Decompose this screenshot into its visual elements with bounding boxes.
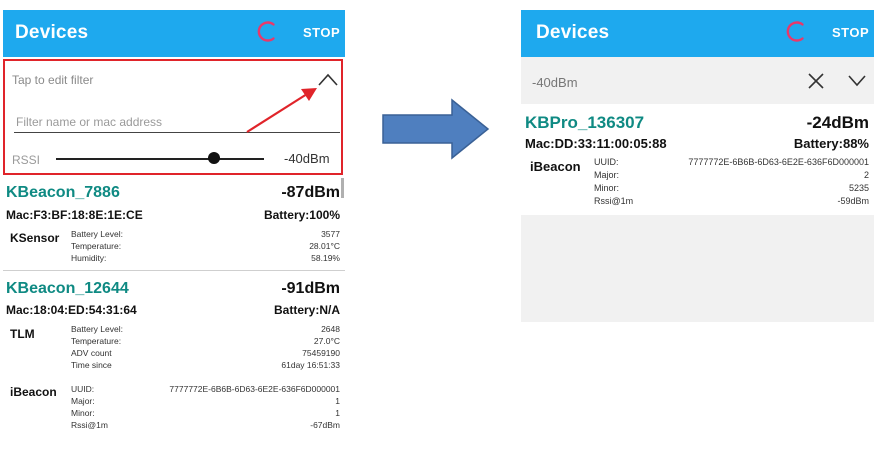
frame-value: 2648 (321, 324, 340, 334)
frame-label: Temperature: (71, 241, 122, 251)
device-mac: Mac:DD:33:11:00:05:88 (525, 136, 667, 151)
frame-label: Battery Level: (71, 229, 123, 239)
left-screen: Devices STOP Tap to edit filter RSSI -40… (3, 10, 345, 440)
loading-spinner-icon (786, 21, 804, 42)
frame-value: 2 (863, 170, 869, 180)
app-bar: Devices STOP (3, 10, 345, 57)
frame-value: 7777772E-6B6B-6D63-6E2E-636F6D000001 (169, 384, 340, 394)
filter-hint[interactable]: Tap to edit filter (12, 73, 93, 87)
frame-label: ADV count (71, 348, 112, 358)
frame-label: Minor: (594, 183, 620, 193)
rssi-label: RSSI (12, 153, 41, 167)
stop-button[interactable]: STOP (303, 25, 340, 40)
frame-type: iBeacon (10, 385, 57, 399)
device-rssi: -91dBm (281, 280, 340, 297)
loading-spinner-icon (257, 21, 275, 42)
device-battery: Battery:100% (263, 208, 340, 222)
frame-value: 5235 (848, 183, 869, 193)
transition-arrow (382, 98, 490, 160)
device-battery: Battery:88% (793, 136, 869, 151)
frame-value: -59dBm (837, 196, 869, 206)
device-item[interactable]: KBeacon_7886 -87dBm Mac:F3:BF:18:8E:1E:C… (3, 178, 345, 278)
frame-label: Battery Level: (71, 324, 123, 334)
frame-value: 75459190 (302, 348, 340, 358)
frame-label: Major: (71, 396, 95, 406)
page-title: Devices (536, 22, 610, 43)
close-icon[interactable] (807, 72, 825, 90)
frame-type: iBeacon (530, 159, 581, 174)
filter-bar[interactable]: -40dBm (521, 59, 874, 104)
scrollbar[interactable] (341, 178, 344, 198)
frame-label: Rssi@1m (71, 420, 108, 430)
frame-value: 1 (335, 408, 340, 418)
frame-value: 61day 16:51:33 (281, 360, 340, 370)
frame-value: 1 (335, 396, 340, 406)
chevron-down-icon[interactable] (847, 74, 867, 87)
frame-value: 27.0°C (313, 336, 340, 346)
frame-label: UUID: (594, 157, 619, 167)
frame-label: Major: (594, 170, 620, 180)
device-item[interactable]: KBeacon_12644 -91dBm Mac:18:04:ED:54:31:… (3, 272, 345, 440)
rssi-slider-thumb[interactable] (208, 152, 221, 164)
rssi-value: -40dBm (284, 151, 330, 166)
frame-label: Minor: (71, 408, 95, 418)
device-mac: Mac:18:04:ED:54:31:64 (6, 303, 137, 317)
annotation-arrow (246, 88, 317, 133)
right-screen: Devices STOP -40dBm KBPro_136307 -24dBm … (521, 10, 874, 322)
device-battery: Battery:N/A (273, 303, 340, 317)
device-name: KBPro_136307 (525, 113, 645, 132)
device-name: KBeacon_12644 (6, 280, 129, 297)
page-title: Devices (15, 22, 89, 43)
device-item[interactable]: KBPro_136307 -24dBm Mac:DD:33:11:00:05:8… (521, 104, 874, 215)
frame-label: Temperature: (71, 336, 122, 346)
frame-label: Rssi@1m (594, 196, 634, 206)
frame-label: UUID: (71, 384, 95, 394)
device-rssi: -87dBm (281, 184, 340, 201)
device-rssi: -24dBm (806, 113, 869, 132)
frame-label: Time since (71, 360, 112, 370)
device-mac: Mac:F3:BF:18:8E:1E:CE (6, 208, 143, 222)
rssi-slider-track[interactable] (56, 158, 264, 160)
stop-button[interactable]: STOP (832, 25, 869, 40)
frame-value: 7777772E-6B6B-6D63-6E2E-636F6D000001 (688, 157, 869, 167)
divider (3, 270, 345, 271)
frame-value: -67dBm (310, 420, 340, 430)
app-bar: Devices STOP (521, 10, 874, 57)
frame-value: 28.01°C (309, 241, 340, 251)
frame-type: TLM (10, 327, 35, 341)
frame-label: Humidity: (71, 253, 107, 263)
frame-type: KSensor (10, 231, 60, 245)
device-name: KBeacon_7886 (6, 184, 120, 201)
frame-value: 58.19% (311, 253, 340, 263)
filter-rssi-value: -40dBm (532, 75, 578, 90)
frame-value: 3577 (321, 229, 340, 239)
